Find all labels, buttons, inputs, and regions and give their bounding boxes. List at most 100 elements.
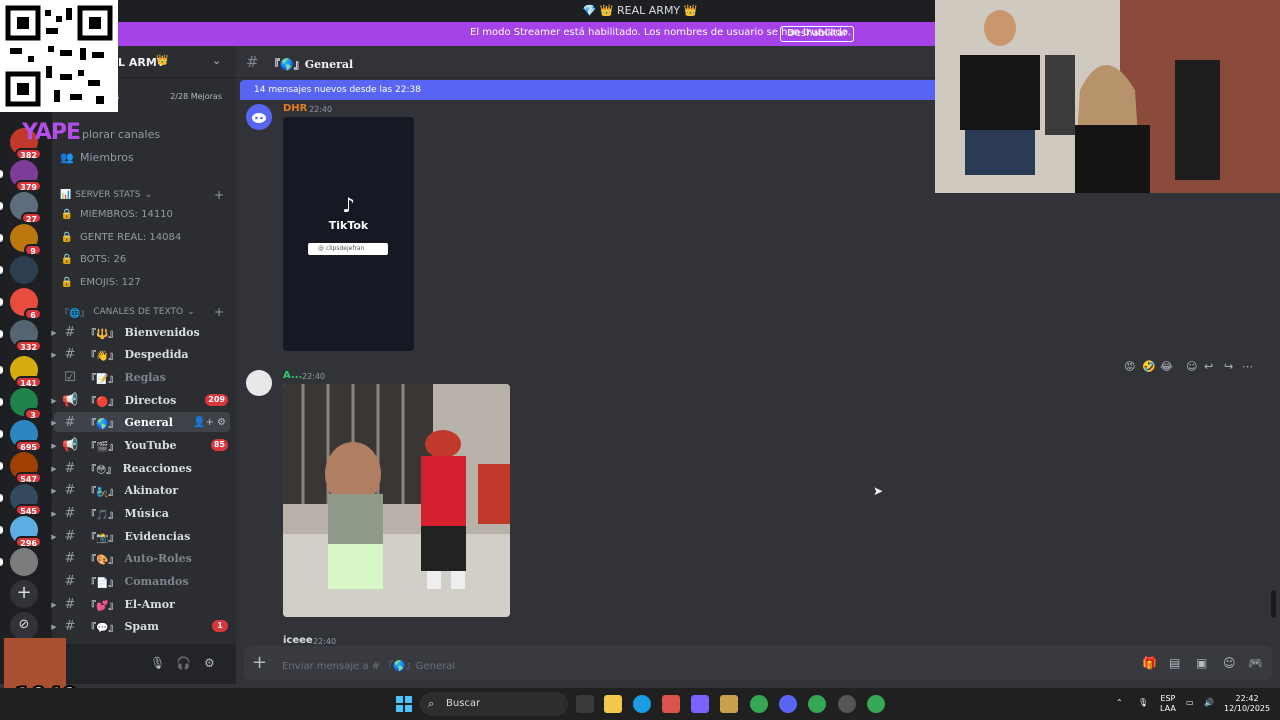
snipping-tool-icon[interactable] <box>662 695 680 713</box>
tiktok-video-embed[interactable]: ♪ TikTok @ clipsdejefran <box>283 117 414 351</box>
server-icon[interactable]: 379 <box>0 160 42 192</box>
obs-icon[interactable] <box>838 695 856 713</box>
channel-general[interactable]: ▶ # 『🌎』 General 👤+ ⚙ <box>51 412 230 432</box>
channel-akinator[interactable]: ▶ # 『🧞』 Akinator <box>51 480 230 500</box>
more-icon[interactable]: ⋯ <box>1242 360 1253 373</box>
edge-icon[interactable] <box>633 695 651 713</box>
gear-icon[interactable]: 👤+ ⚙ <box>193 417 226 428</box>
explore-servers-icon[interactable]: ⊘ <box>10 612 38 640</box>
stat-channel[interactable]: 🔒 MIEMBROS: 14110 <box>60 204 173 224</box>
message-author[interactable]: DHR <box>283 103 307 114</box>
microphone-icon[interactable]: 🎙 <box>1138 698 1148 708</box>
message-author[interactable]: iceee <box>283 635 313 646</box>
chrome-icon[interactable] <box>808 695 826 713</box>
language-indicator[interactable]: ESP LAA <box>1160 694 1176 714</box>
stat-label: BOTS: 26 <box>80 253 127 265</box>
video-attachment[interactable] <box>283 384 510 617</box>
stat-channel[interactable]: 🔒 BOTS: 26 <box>60 249 127 269</box>
channel-label: Bienvenidos <box>124 325 200 339</box>
server-icon[interactable]: 3 <box>0 388 42 420</box>
reaction-emoji-icon[interactable]: 😡 <box>1124 360 1135 373</box>
emoji-icon[interactable]: ☺ <box>1223 656 1236 670</box>
unread-badge: 141 <box>15 376 42 388</box>
server-icon[interactable]: 6 <box>0 288 42 320</box>
channel-comandos[interactable]: # 『📄』 Comandos <box>54 571 230 591</box>
channel-reacciones[interactable]: ▶ # 『😳』 Reacciones <box>51 458 230 478</box>
channel-label: Akinator <box>124 483 179 497</box>
chat-scrollbar[interactable] <box>1271 590 1276 618</box>
channel-despedida[interactable]: ▶ # 『👋』 Despedida <box>51 344 230 364</box>
gift-icon[interactable]: 🎁 <box>1142 656 1157 670</box>
copilot-icon[interactable] <box>691 695 709 713</box>
volume-icon[interactable]: 🔊 <box>1204 698 1214 708</box>
app-icon[interactable] <box>720 695 738 713</box>
apps-icon[interactable]: 🎮 <box>1248 656 1263 670</box>
server-icon[interactable]: 27 <box>0 192 42 224</box>
chrome-icon[interactable] <box>867 695 885 713</box>
server-icon[interactable]: 547 <box>0 452 42 484</box>
forward-icon[interactable]: ↪ <box>1224 360 1233 373</box>
sticker-icon[interactable]: ▣ <box>1196 656 1207 670</box>
disable-streamer-mode-button[interactable]: Deshabilitar <box>780 26 855 42</box>
server-icon[interactable] <box>0 548 38 576</box>
chrome-icon[interactable] <box>750 695 768 713</box>
channel-auto-roles[interactable]: # 『🎨』 Auto-Roles <box>54 548 230 568</box>
network-icon[interactable]: ▭ <box>1186 698 1194 708</box>
server-icon[interactable] <box>0 256 38 284</box>
chevron-down-icon: ⌄ <box>144 190 153 200</box>
reaction-emoji-icon[interactable]: 🤣 <box>1142 360 1156 373</box>
reply-icon[interactable]: ↩ <box>1204 360 1213 373</box>
category-text-channels[interactable]: 『🌐』 CANALES DE TEXTO ⌄ + <box>60 304 224 320</box>
stat-channel[interactable]: 🔒 GENTE REAL: 14084 <box>60 227 181 247</box>
channel-directos[interactable]: ▶ 📢 『🔴』 Directos 209 <box>51 390 230 410</box>
mouse-cursor-icon: ➤ <box>873 484 884 498</box>
gif-icon[interactable]: ▤ <box>1169 656 1180 670</box>
reaction-emoji-icon[interactable]: 😂 <box>1160 360 1173 373</box>
tiktok-brand: TikTok <box>328 219 369 232</box>
add-server-icon[interactable]: + <box>10 580 38 608</box>
unread-dot-icon: ▶ <box>51 327 57 337</box>
server-icon[interactable]: 545 <box>0 484 42 516</box>
windows-start-icon[interactable] <box>396 696 412 712</box>
server-icon[interactable]: 332 <box>0 320 42 352</box>
channel-spam[interactable]: ▶ # 『💬』 Spam 1 <box>51 616 230 636</box>
channel-evidencias[interactable]: ▶ # 『📸』 Evidencias <box>51 526 230 546</box>
chevron-up-icon[interactable]: ⌃ <box>1116 698 1123 708</box>
file-explorer-icon[interactable] <box>604 695 622 713</box>
clock[interactable]: 22:42 12/10/2025 <box>1224 694 1270 714</box>
explore-channels-link[interactable]: plorar canales <box>82 124 160 144</box>
message-input[interactable]: Enviar mensaje a # 『🌎』General <box>282 657 455 672</box>
add-reaction-icon[interactable]: ☺ <box>1186 360 1197 373</box>
add-channel-icon[interactable]: + <box>214 188 224 202</box>
stat-channel[interactable]: 🔒 EMOJIS: 127 <box>60 272 141 292</box>
category-server-stats[interactable]: 📊 SERVER STATS ⌄ + <box>60 187 224 203</box>
gear-icon[interactable]: ⚙ <box>204 656 215 670</box>
add-attachment-icon[interactable]: + <box>252 652 267 673</box>
discord-icon[interactable] <box>779 695 797 713</box>
channel-el-amor[interactable]: ▶ # 『💕』 El-Amor <box>51 594 230 614</box>
server-icon[interactable]: 296 <box>0 516 42 548</box>
server-icon[interactable]: 695 <box>0 420 42 452</box>
channel-musica[interactable]: ▶ # 『🎵』 Música <box>51 503 230 523</box>
avatar[interactable] <box>246 104 272 130</box>
taskbar-search[interactable]: ⌕ Buscar <box>420 692 568 716</box>
message-author[interactable]: A... <box>283 370 302 381</box>
channel-bienvenidos[interactable]: ▶ # 『🔱』 Bienvenidos <box>51 322 230 342</box>
windows-taskbar: ⌕ Buscar ⌃ 🎙 ESP LAA ▭ 🔊 22:42 12/10/2025 <box>0 688 1280 720</box>
unread-badge: 296 <box>15 536 42 548</box>
avatar[interactable] <box>246 370 272 396</box>
channel-label: YouTube <box>124 438 177 452</box>
add-channel-icon[interactable]: + <box>214 305 224 319</box>
server-icon[interactable]: 141 <box>0 356 42 388</box>
message-composer[interactable]: + Enviar mensaje a # 『🌎』General 🎁 ▤ ▣ ☺ … <box>244 646 1272 680</box>
search-icon: ⌕ <box>428 697 435 710</box>
headphones-icon[interactable]: 🎧 <box>176 656 191 670</box>
microphone-icon[interactable]: 🎙 <box>150 656 165 670</box>
chevron-down-icon: ⌄ <box>212 54 222 67</box>
task-view-icon[interactable] <box>576 695 594 713</box>
channel-reglas[interactable]: ☑ 『📝』 Reglas <box>54 367 230 387</box>
members-link[interactable]: 👥 Miembros <box>60 147 134 167</box>
channel-youtube[interactable]: ▶ 📢 『🎬』 YouTube 85 <box>51 435 230 455</box>
server-icon[interactable]: 9 <box>0 224 42 256</box>
keyboard-layout: LAA <box>1160 704 1176 713</box>
